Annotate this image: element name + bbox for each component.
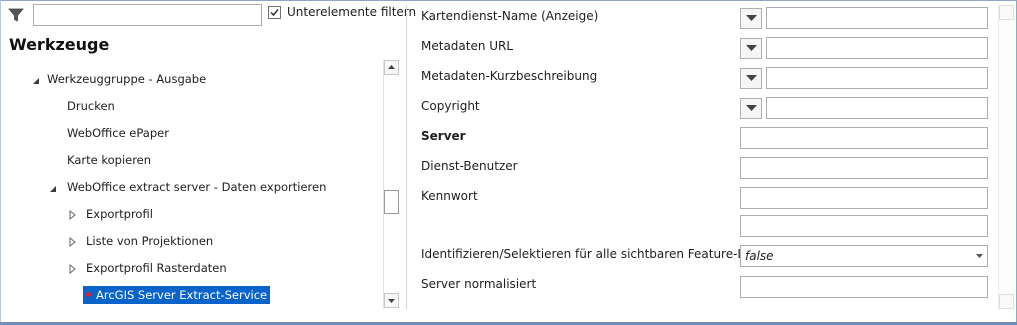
triangle-expanded-icon[interactable] [31, 75, 41, 85]
kennwort-confirm-field[interactable] [740, 215, 988, 237]
scroll-thumb[interactable] [384, 190, 399, 214]
properties-scrollbar[interactable] [998, 5, 1015, 309]
property-label-server: Server [421, 129, 466, 143]
tree-item-weboffice-epaper[interactable]: WebOffice ePaper [67, 124, 169, 142]
chevron-down-icon [976, 254, 983, 258]
tree-item-arcgis-server-extract-service[interactable]: ArcGIS Server Extract-Service [83, 286, 271, 304]
kartendienst-name-field[interactable] [766, 7, 988, 29]
scroll-up-button[interactable] [384, 60, 399, 75]
copyright-field[interactable] [766, 97, 988, 119]
property-label-metadaten-url: Metadaten URL [421, 39, 514, 53]
properties-scroll-up-button[interactable] [999, 5, 1014, 20]
triangle-down-icon [746, 75, 757, 81]
metadaten-kurzbeschreibung-dropdown-button[interactable] [740, 68, 762, 89]
scroll-down-button[interactable] [384, 293, 399, 308]
triangle-up-icon [388, 65, 395, 69]
kennwort-field[interactable] [740, 187, 988, 209]
property-label-dienst-benutzer: Dienst-Benutzer [421, 159, 518, 173]
kartendienst-name-dropdown-button[interactable] [740, 8, 762, 29]
metadaten-kurzbeschreibung-field[interactable] [766, 67, 988, 89]
triangle-expanded-icon[interactable] [48, 183, 58, 193]
triangle-collapsed-icon[interactable] [68, 209, 78, 221]
metadaten-url-dropdown-button[interactable] [740, 38, 762, 59]
server-field[interactable] [740, 127, 988, 149]
property-label-server-normalisiert: Server normalisiert [421, 277, 537, 291]
panel-divider[interactable] [406, 5, 407, 309]
red-dot-icon [86, 292, 91, 297]
triangle-down-icon [388, 299, 395, 303]
triangle-down-icon [746, 105, 757, 111]
properties-scroll-down-button[interactable] [999, 294, 1014, 309]
panel-title: Werkzeuge [9, 35, 110, 54]
metadaten-url-field[interactable] [766, 37, 988, 59]
tree-item-liste-von-projektionen[interactable]: Liste von Projektionen [86, 232, 213, 250]
tree-item-exportprofil-rasterdaten[interactable]: Exportprofil Rasterdaten [86, 259, 227, 277]
tree-item-drucken[interactable]: Drucken [67, 97, 115, 115]
tree-item-label: ArcGIS Server Extract-Service [96, 288, 268, 302]
dienst-benutzer-field[interactable] [740, 157, 988, 179]
triangle-down-icon [746, 15, 757, 21]
filter-subelements-label: Unterelemente filtern [287, 5, 417, 19]
identifizieren-selektieren-select[interactable]: false [740, 245, 988, 267]
property-label-identifizieren-selektieren: Identifizieren/Selektieren für alle sich… [421, 247, 778, 261]
triangle-collapsed-icon[interactable] [68, 263, 78, 275]
property-label-copyright: Copyright [421, 99, 480, 113]
filter-subelements-checkbox[interactable] [268, 6, 281, 19]
copyright-dropdown-button[interactable] [740, 98, 762, 119]
funnel-icon[interactable] [8, 7, 24, 23]
tools-panel: Unterelemente filtern Werkzeuge Werkzeug… [0, 0, 416, 323]
property-label-kartendienst-name: Kartendienst-Name (Anzeige) [421, 9, 599, 23]
triangle-down-icon [746, 45, 757, 51]
tree-item-karte-kopieren[interactable]: Karte kopieren [67, 151, 151, 169]
tree-scrollbar[interactable] [383, 60, 400, 309]
select-value: false [745, 249, 774, 263]
tree-item-werkzeuggruppe-ausgabe[interactable]: Werkzeuggruppe - Ausgabe [47, 70, 206, 88]
triangle-collapsed-icon[interactable] [68, 236, 78, 248]
property-label-kennwort: Kennwort [421, 189, 478, 203]
server-normalisiert-field[interactable] [740, 276, 988, 298]
filter-input[interactable] [33, 4, 262, 26]
tree-item-exportprofil[interactable]: Exportprofil [86, 205, 153, 223]
property-label-metadaten-kurzbeschreibung: Metadaten-Kurzbeschreibung [421, 69, 598, 83]
tree-item-weboffice-extract-server[interactable]: WebOffice extract server - Daten exporti… [67, 178, 326, 196]
